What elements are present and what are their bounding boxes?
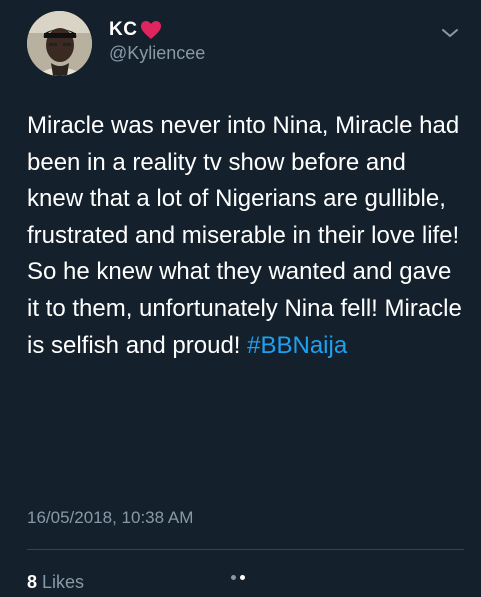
chevron-down-icon[interactable] [441, 27, 459, 39]
avatar[interactable] [27, 11, 92, 76]
user-handle[interactable]: @Kyliencee [109, 43, 205, 64]
page-dot[interactable] [240, 575, 245, 580]
name-row: KC [109, 19, 162, 41]
tweet-card: KC @Kyliencee Miracle was never into Nin… [0, 0, 481, 597]
divider [27, 549, 464, 550]
likes-label: Likes [42, 572, 85, 592]
likes-stat[interactable]: 8 Likes [27, 572, 84, 593]
page-dot[interactable] [231, 575, 236, 580]
hashtag-link[interactable]: #BBNaija [247, 332, 347, 359]
likes-count: 8 [27, 572, 38, 592]
heart-emoji-icon [141, 21, 162, 39]
tweet-text: Miracle was never into Nina, Miracle had… [27, 108, 467, 364]
timestamp[interactable]: 16/05/2018, 10:38 AM [27, 508, 193, 528]
tweet-body: Miracle was never into Nina, Miracle had… [27, 112, 462, 359]
page-indicator [231, 575, 245, 580]
avatar-image [27, 11, 92, 76]
display-name[interactable]: KC [109, 19, 137, 41]
